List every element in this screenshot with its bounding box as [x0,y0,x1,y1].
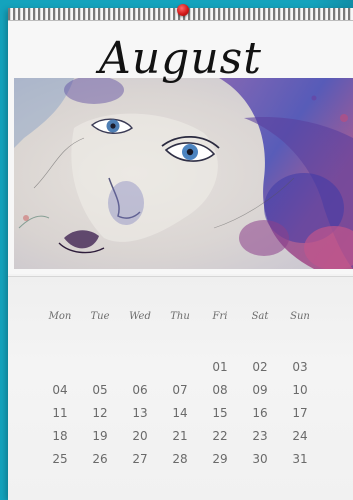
weekday-header-row: Mon Tue Wed Thu Fri Sat Sun [42,311,322,329]
day-cell: 22 [212,429,228,443]
weekday-wed: Wed [129,311,151,322]
day-cell: 16 [252,406,268,420]
day-cell: 11 [52,406,68,420]
day-cell: 24 [292,429,308,443]
day-cell: 28 [172,452,188,466]
day-cell: 13 [132,406,148,420]
day-cell: 21 [172,429,188,443]
weekday-fri: Fri [212,311,228,322]
day-cell: 10 [292,383,308,397]
day-cell: 19 [92,429,108,443]
day-cell: 05 [92,383,108,397]
day-cell: 03 [292,360,308,374]
watercolor-woman-portrait-icon [14,78,353,269]
artwork-image [14,78,353,269]
weekday-thu: Thu [170,311,190,322]
day-cell: 08 [212,383,228,397]
calendar-top-page: August [8,4,353,274]
weekday-mon: Mon [48,311,72,322]
day-cell: 23 [252,429,268,443]
day-cell: 20 [132,429,148,443]
day-cell: 12 [92,406,108,420]
day-cell: 02 [252,360,268,374]
weekday-sat: Sat [251,311,269,322]
weekday-sun: Sun [290,311,310,322]
day-cell: 17 [292,406,308,420]
day-cell: 14 [172,406,188,420]
days-grid: 01 02 03 04 05 06 07 08 09 10 11 12 13 1… [42,350,322,466]
day-cell: 07 [172,383,188,397]
day-cell: 31 [292,452,308,466]
day-cell: 04 [52,383,68,397]
day-cell: 06 [132,383,148,397]
weekday-tue: Tue [90,311,110,322]
day-cell: 27 [132,452,148,466]
day-cell: 25 [52,452,68,466]
day-cell: 26 [92,452,108,466]
day-cell: 01 [212,360,228,374]
month-title: August [99,33,262,84]
day-cell: 15 [212,406,228,420]
hanger-hook-icon [177,4,189,16]
day-cell: 29 [212,452,228,466]
day-cell: 30 [252,452,268,466]
day-cell: 18 [52,429,68,443]
day-cell: 09 [252,383,268,397]
